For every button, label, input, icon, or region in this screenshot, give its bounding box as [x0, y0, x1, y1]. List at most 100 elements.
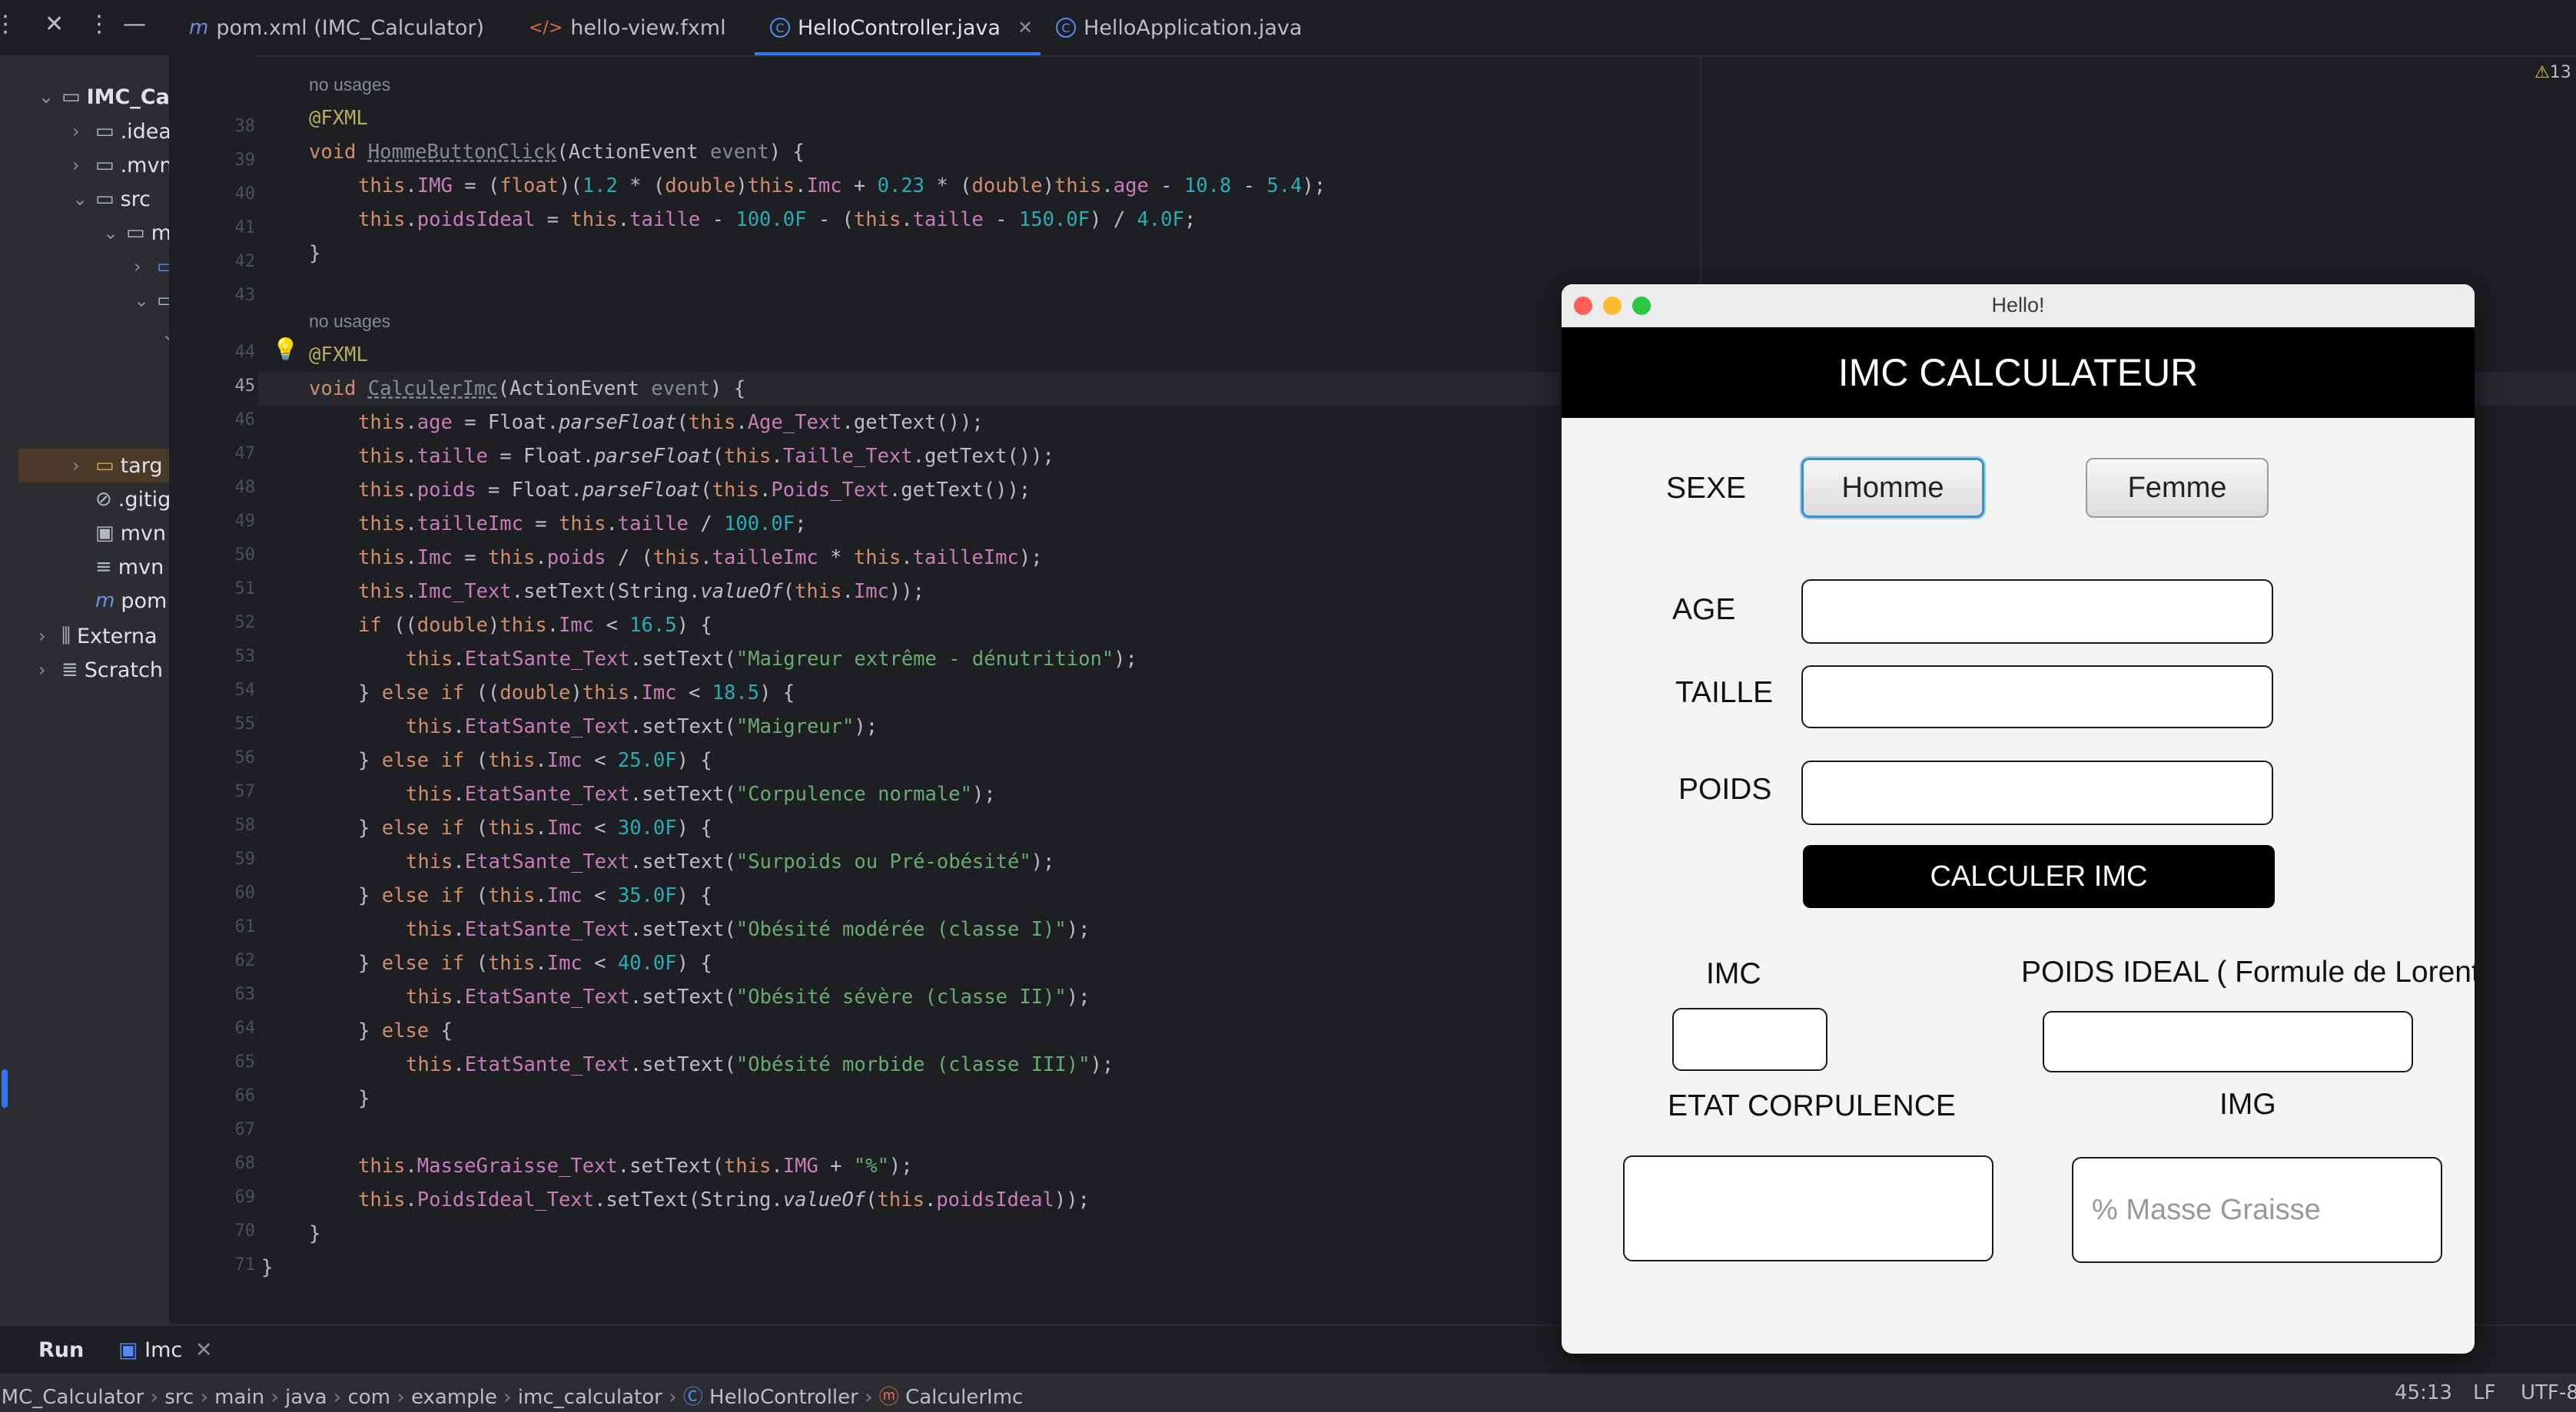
line-number: 47	[234, 444, 256, 463]
tab-hello-application-java[interactable]: C HelloApplication.java	[1056, 0, 1302, 55]
tree-item-scratches[interactable]: › ≣ Scratch	[38, 653, 163, 687]
code-line-41: this.poidsIdeal = this.taille - 100.0F -…	[358, 208, 1197, 231]
fx-app-window: Hello! IMC CALCULATEUR SEXE Homme Femme …	[1562, 284, 2475, 1354]
breadcrumb-item[interactable]: IMC_Calculator	[0, 1386, 144, 1409]
close-tab-icon[interactable]: ✕	[195, 1338, 213, 1362]
breadcrumb-item[interactable]: example	[411, 1386, 497, 1409]
method-icon: ⓜ	[878, 1386, 899, 1409]
taille-label: TAILLE	[1675, 676, 1774, 709]
taille-field[interactable]	[1801, 665, 2273, 728]
tree-item-resources[interactable]: ⌄ ▭	[134, 283, 169, 317]
line-number: 50	[234, 545, 256, 565]
line-number: 68	[234, 1154, 256, 1173]
etat-corpulence-field[interactable]	[1623, 1155, 1993, 1261]
tree-item-idea[interactable]: › ▭ .idea	[72, 114, 169, 148]
maven-file-icon: m	[95, 589, 115, 612]
line-number: 63	[234, 985, 256, 1004]
tab-hello-controller-java[interactable]: C HelloController.java ✕	[754, 0, 1041, 55]
breadcrumb-item[interactable]: imc_calculator	[518, 1386, 662, 1409]
breadcrumb-item[interactable]: main	[214, 1386, 264, 1409]
minimize-panel-icon[interactable]: —	[123, 11, 146, 38]
module-folder-icon: ▭	[61, 85, 81, 108]
tree-item-mvnw-cmd[interactable]: ≡ mvn	[95, 550, 164, 584]
folder-icon: ▭	[157, 289, 169, 312]
line-number: 55	[234, 714, 256, 734]
code-token: event	[651, 377, 711, 400]
more-options-icon[interactable]: ⋮	[88, 11, 111, 38]
usage-hint: no usages	[309, 75, 391, 94]
poids-label: POIDS	[1678, 773, 1772, 806]
poids-field[interactable]	[1801, 761, 2273, 825]
line-number: 46	[234, 410, 256, 429]
tree-item-label: pom	[121, 588, 168, 613]
tree-item-label: mvn	[120, 521, 166, 545]
code-line-63: this.EtatSante_Text.setText("Obésité sév…	[406, 986, 1090, 1009]
close-project-icon[interactable]: ✕	[45, 11, 64, 38]
tab-label: hello-view.fxml	[570, 15, 726, 40]
calculer-imc-button[interactable]: CALCULER IMC	[1803, 845, 2275, 908]
tree-item-main[interactable]: ⌄ ▭ m	[103, 216, 169, 250]
tree-item-mvn[interactable]: › ▭ .mvn	[72, 148, 169, 182]
masse-graisse-placeholder: % Masse Graisse	[2092, 1193, 2321, 1226]
breadcrumb-item[interactable]: java	[285, 1386, 327, 1409]
tab-pom-xml[interactable]: m pom.xml (IMC_Calculator)	[189, 0, 484, 55]
tab-label: HelloApplication.java	[1084, 15, 1303, 40]
tree-item-label: .gitig	[118, 487, 171, 512]
run-config-tab[interactable]: ▣ Imc ✕	[118, 1338, 212, 1362]
tree-item-root[interactable]: ⌄ ▭ IMC_Ca	[38, 80, 169, 114]
line-ending[interactable]: LF	[2473, 1381, 2495, 1404]
masse-graisse-field[interactable]: % Masse Graisse	[2072, 1157, 2442, 1263]
tree-item-pom[interactable]: m pom	[95, 584, 167, 618]
chevron-right-icon: ›	[72, 121, 80, 142]
line-number: 62	[234, 951, 256, 970]
project-tree: ⌄ ▭ IMC_Ca › ▭ .idea › ▭ .mvn ⌄ ▭ src ⌄ …	[18, 55, 171, 1361]
breadcrumb-item[interactable]: com	[347, 1386, 390, 1409]
window-title-bar[interactable]: Hello!	[1562, 284, 2475, 328]
menu-icon[interactable]: ⋮	[0, 11, 17, 38]
imc-label: IMC	[1706, 957, 1761, 990]
imc-result-field[interactable]	[1672, 1008, 1827, 1071]
femme-button[interactable]: Femme	[2086, 458, 2269, 518]
breadcrumb-item[interactable]: HelloController	[709, 1386, 858, 1409]
text-file-icon: ≡	[95, 555, 112, 578]
line-number: 70	[234, 1221, 256, 1241]
code-line-51: this.Imc_Text.setText(String.valueOf(thi…	[358, 580, 925, 603]
tree-item-java[interactable]: › ▭	[134, 250, 169, 283]
line-number: 54	[234, 681, 256, 700]
age-field[interactable]	[1801, 579, 2273, 644]
code-line-49: this.tailleImc = this.taille / 100.0F;	[358, 512, 807, 535]
tree-item-external-libraries[interactable]: › ⫼ Externa	[38, 619, 158, 653]
breadcrumb-item[interactable]: CalculerImc	[905, 1386, 1023, 1409]
homme-button[interactable]: Homme	[1801, 458, 1984, 518]
breadcrumb-item[interactable]: src	[164, 1386, 194, 1409]
tree-item-nested[interactable]: ⌄	[161, 317, 169, 351]
tree-item-mvnw[interactable]: ▣ mvn	[95, 516, 166, 550]
tree-item-target[interactable]: › ▭ targ	[18, 449, 169, 482]
poids-ideal-result-field[interactable]	[2043, 1011, 2413, 1072]
code-line-50: this.Imc = this.poids / (this.tailleImc …	[358, 546, 1043, 569]
tab-hello-view-fxml[interactable]: </> hello-view.fxml	[529, 0, 726, 55]
line-number: 67	[234, 1120, 256, 1139]
line-number-gutter: 38 39 40 41 42 43 44 45 46 47 48 49 50 5…	[171, 55, 255, 1323]
line-number: 38	[234, 117, 256, 136]
folder-icon: ▭	[95, 187, 115, 210]
tree-item-label: Externa	[76, 624, 158, 648]
chevron-right-icon: ›	[72, 154, 80, 176]
run-tab-label[interactable]: Run	[38, 1338, 84, 1362]
cursor-position[interactable]: 45:13	[2395, 1381, 2452, 1404]
file-encoding[interactable]: UTF-8	[2521, 1381, 2576, 1404]
tool-window-strip	[0, 55, 18, 1361]
tree-item-gitignore[interactable]: ⊘ .gitig	[95, 482, 171, 516]
folder-icon: ▭	[95, 154, 115, 177]
chevron-down-icon: ⌄	[161, 323, 169, 345]
line-number: 57	[234, 782, 256, 801]
breadcrumb: IMC_Calculator › src › main › java › com…	[0, 1381, 1023, 1410]
breadcrumb-separator: ›	[865, 1386, 879, 1409]
code-line-42: }	[309, 242, 321, 265]
code-line-59: this.EtatSante_Text.setText("Surpoids ou…	[406, 850, 1055, 873]
close-tab-icon[interactable]: ✕	[1017, 17, 1033, 38]
tree-item-src[interactable]: ⌄ ▭ src	[72, 182, 151, 216]
code-line-70: }	[309, 1222, 321, 1245]
code-line-65: this.EtatSante_Text.setText("Obésité mor…	[406, 1053, 1114, 1076]
code-token: CalculerImc	[367, 377, 498, 400]
